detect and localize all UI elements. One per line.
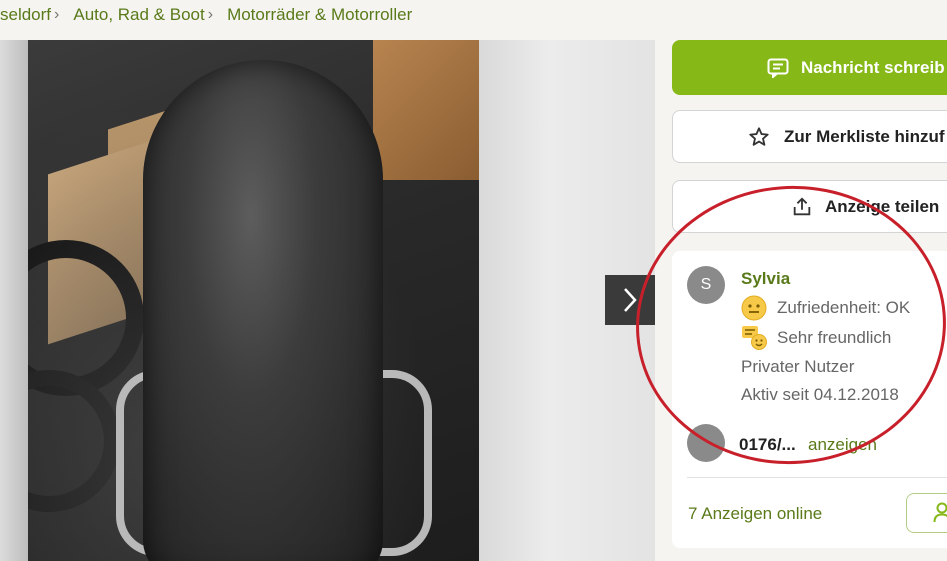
send-message-label: Nachricht schreib: [801, 57, 945, 77]
breadcrumb-link[interactable]: Motorräder & Motorroller: [227, 5, 412, 25]
star-icon: [748, 126, 770, 148]
satisfaction-text: Zufriedenheit: OK: [777, 298, 911, 317]
chevron-right-icon: [624, 288, 637, 312]
active-since: Aktiv seit 04.12.2018: [741, 385, 899, 404]
share-label: Anzeige teilen: [825, 196, 940, 216]
add-to-watchlist-button[interactable]: Zur Merkliste hinzuf: [672, 110, 947, 163]
send-message-button[interactable]: Nachricht schreib: [672, 40, 947, 95]
photo-seat: [143, 60, 383, 561]
seller-card: S Sylvia Zufriedenheit: OK Sehr freundli…: [672, 251, 947, 548]
neutral-face-icon: [741, 295, 767, 321]
phone-number: 0176/...: [739, 435, 796, 454]
satisfaction-badge: Zufriedenheit: OK: [741, 295, 910, 321]
breadcrumb: seldorf › Auto, Rad & Boot › Motorräder …: [0, 0, 412, 30]
seller-type: Privater Nutzer: [741, 357, 855, 376]
phone-avatar: [687, 424, 725, 462]
gallery-next-button[interactable]: [605, 275, 655, 325]
seller-name-link[interactable]: Sylvia: [741, 269, 790, 289]
chevron-right-icon: ›: [207, 6, 214, 23]
avatar-initial: S: [700, 276, 712, 293]
show-phone-link[interactable]: anzeigen: [808, 435, 877, 455]
breadcrumb-link[interactable]: Auto, Rad & Boot: [73, 5, 204, 25]
seller-ads-link[interactable]: 7 Anzeigen online: [688, 504, 822, 524]
listing-photo[interactable]: [28, 40, 479, 561]
share-icon: [791, 196, 813, 218]
friendliness-text: Sehr freundlich: [777, 328, 892, 347]
watchlist-label: Zur Merkliste hinzuf: [784, 126, 945, 146]
divider: [687, 477, 947, 478]
breadcrumb-item-city[interactable]: seldorf ›: [0, 5, 73, 25]
breadcrumb-item-category[interactable]: Auto, Rad & Boot ›: [73, 5, 227, 25]
avatar[interactable]: S: [687, 266, 725, 304]
chevron-right-icon: ›: [54, 6, 60, 23]
user-icon: [933, 502, 947, 523]
friendliness-badge: Sehr freundlich: [741, 325, 891, 351]
follow-seller-button[interactable]: [906, 493, 947, 533]
message-icon: [767, 58, 789, 78]
breadcrumb-item-subcategory[interactable]: Motorräder & Motorroller: [227, 5, 412, 25]
image-gallery[interactable]: [0, 40, 655, 561]
share-ad-button[interactable]: Anzeige teilen: [672, 180, 947, 233]
breadcrumb-link[interactable]: seldorf: [0, 5, 51, 25]
gallery-prev-preview: [0, 40, 28, 561]
friendly-chat-icon: [741, 325, 767, 351]
